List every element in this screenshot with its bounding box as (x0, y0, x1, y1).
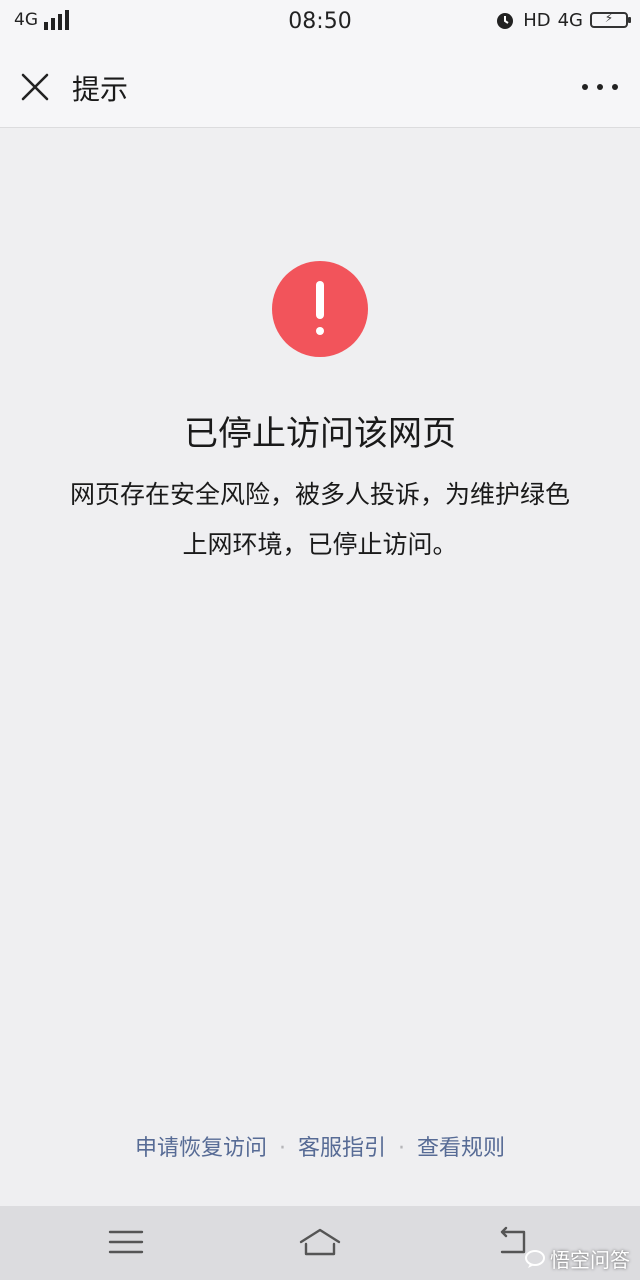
menu-button[interactable] (104, 1222, 148, 1262)
watermark-text: 悟空问答 (550, 1248, 630, 1272)
more-icon (582, 84, 588, 90)
rules-link[interactable]: 查看规则 (417, 1136, 505, 1161)
footer-links: 申请恢复访问 · 客服指引 · 查看规则 (0, 1130, 640, 1162)
home-icon (299, 1228, 341, 1256)
title-bar: 提示 (0, 44, 640, 128)
link-separator: · (278, 1136, 286, 1161)
close-button[interactable] (18, 70, 52, 104)
menu-icon (108, 1230, 144, 1254)
blocked-description: 网页存在安全风险，被多人投诉，为维护绿色上网环境，已停止访问。 (69, 480, 570, 559)
status-right: HD 4G ⚡ (494, 9, 631, 31)
alarm-icon (497, 13, 514, 29)
close-icon (21, 73, 49, 101)
watermark: 悟空问答 (524, 1244, 630, 1273)
chat-bubble-icon (525, 1249, 545, 1268)
link-separator: · (398, 1136, 405, 1161)
hd-label: HD (523, 9, 551, 31)
status-bar: 4G 08:50 HD 4G ⚡ (0, 0, 640, 44)
appeal-link[interactable]: 申请恢复访问 (135, 1136, 267, 1161)
warning-icon (272, 261, 368, 357)
network-type-right: 4G (557, 9, 583, 31)
page-title: 提示 (72, 73, 129, 106)
blocked-heading: 已停止访问该网页 (184, 414, 456, 454)
home-button[interactable] (298, 1222, 342, 1262)
more-button[interactable] (582, 74, 618, 100)
support-link[interactable]: 客服指引 (298, 1136, 386, 1161)
battery-icon: ⚡ (590, 11, 631, 28)
